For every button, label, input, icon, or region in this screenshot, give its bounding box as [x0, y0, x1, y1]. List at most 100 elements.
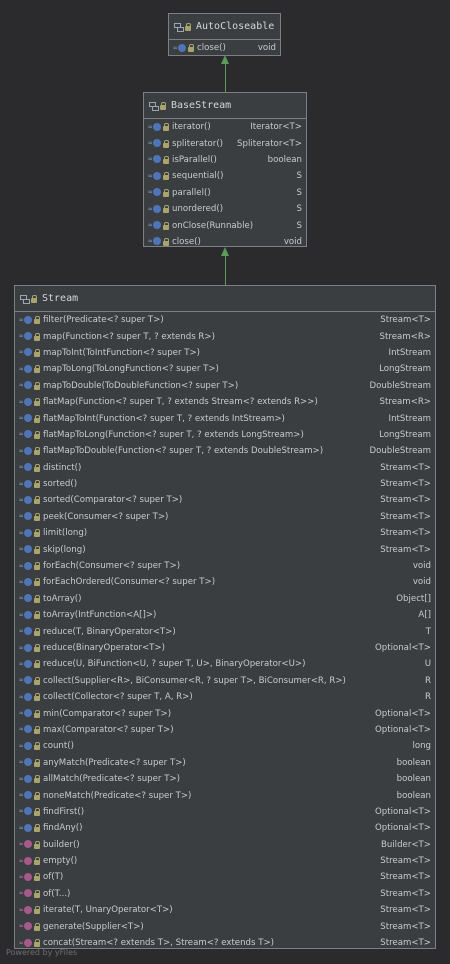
class-basestream[interactable]: BaseStream ≈ iterator() Iterator<T> ≈ splite…: [143, 92, 307, 247]
method-row[interactable]: ≈ reduce(BinaryOperator<T>) Optional<T>: [15, 640, 435, 656]
method-signature: forEach(Consumer<? super T>): [43, 561, 181, 572]
lock-icon: [34, 791, 41, 800]
abstract-method-icon: ≈: [148, 155, 161, 164]
method-row[interactable]: ≈ close() void: [169, 40, 280, 56]
abstract-method-icon: ≈: [148, 204, 161, 214]
method-row[interactable]: ≈ flatMapToLong(Function<? super T, ? ext…: [15, 427, 435, 443]
method-row[interactable]: ≈ mapToDouble(ToDoubleFunction<? super T>…: [15, 378, 435, 394]
method-row[interactable]: ≈ forEach(Consumer<? super T>) void: [15, 558, 435, 574]
method-row[interactable]: ≈ max(Comparator<? super T>) Optional<T>: [15, 722, 435, 738]
interface-icon: [20, 294, 30, 304]
lock-icon: [34, 824, 41, 833]
method-row[interactable]: ≈ spliterator() Spliterator<T>: [144, 135, 306, 151]
method-row[interactable]: ≈ sequential() S: [144, 168, 306, 184]
return-type: Optional<T>: [375, 708, 431, 719]
lock-icon: [188, 44, 195, 53]
class-autocloseable[interactable]: AutoCloseable ≈ close() void: [168, 13, 281, 56]
abstract-method-icon: ≈: [148, 237, 161, 246]
inheritance-arrow: [225, 254, 226, 285]
method-signature: forEachOrdered(Consumer<? super T>): [43, 577, 216, 588]
class-stream[interactable]: Stream ≈ filter(Predicate<? super T>) Stre…: [14, 285, 436, 949]
method-signature: distinct(): [43, 462, 82, 473]
method-row[interactable]: ≈ of(T...) Stream<T>: [15, 886, 435, 902]
method-signature: iterator(): [172, 122, 211, 133]
method-signature: count(): [43, 741, 74, 752]
method-row[interactable]: ≈ generate(Supplier<T>) Stream<T>: [15, 918, 435, 934]
method-row[interactable]: ≈ iterate(T, UnaryOperator<T>) Stream<T>: [15, 902, 435, 918]
return-type: Object[]: [396, 593, 431, 604]
method-row[interactable]: ≈ builder() Builder<T>: [15, 837, 435, 853]
lock-icon: [34, 775, 41, 784]
abstract-method-icon: ≈: [19, 594, 32, 603]
return-type: LongStream: [379, 429, 431, 440]
method-signature: allMatch(Predicate<? super T>): [43, 774, 180, 785]
class-header: AutoCloseable: [169, 14, 280, 40]
abstract-method-icon: ≈: [19, 758, 32, 767]
return-type: R: [425, 675, 431, 686]
method-signature: parallel(): [172, 187, 211, 198]
method-row[interactable]: ≈ empty() Stream<T>: [15, 853, 435, 869]
method-signature: min(Comparator<? super T>): [43, 708, 172, 719]
method-row[interactable]: ≈ forEachOrdered(Consumer<? super T>) void: [15, 574, 435, 590]
method-row[interactable]: ≈ onClose(Runnable) S: [144, 217, 306, 233]
method-row[interactable]: ≈ iterator() Iterator<T>: [144, 119, 306, 135]
lock-icon: [34, 578, 41, 587]
method-row[interactable]: ≈ collect(Supplier<R>, BiConsumer<R, ? su…: [15, 673, 435, 689]
method-row[interactable]: ≈ sorted(Comparator<? super T>) Stream<T>: [15, 492, 435, 508]
return-type: Stream<T>: [380, 479, 431, 490]
method-row[interactable]: ≈ of(T) Stream<T>: [15, 869, 435, 885]
abstract-method-icon: ≈: [19, 528, 32, 538]
static-method-icon: ≈: [19, 905, 32, 915]
return-type: Stream<T>: [380, 888, 431, 899]
lock-icon: [163, 237, 170, 246]
method-row[interactable]: ≈ skip(long) Stream<T>: [15, 541, 435, 557]
lock-icon: [34, 430, 41, 439]
method-row[interactable]: ≈ findAny() Optional<T>: [15, 820, 435, 836]
method-row[interactable]: ≈ reduce(U, BiFunction<U, ? super T, U>, …: [15, 656, 435, 672]
method-row[interactable]: ≈ flatMapToInt(Function<? super T, ? exte…: [15, 410, 435, 426]
return-type: Stream<T>: [380, 921, 431, 932]
method-row[interactable]: ≈ unordered() S: [144, 201, 306, 217]
method-row[interactable]: ≈ findFirst() Optional<T>: [15, 804, 435, 820]
method-row[interactable]: ≈ reduce(T, BinaryOperator<T>) T: [15, 623, 435, 639]
method-row[interactable]: ≈ map(Function<? super T, ? extends R>) St…: [15, 328, 435, 344]
method-row[interactable]: ≈ distinct() Stream<T>: [15, 460, 435, 476]
return-type: void: [257, 43, 276, 54]
method-row[interactable]: ≈ concat(Stream<? extends T>, Stream<? ex…: [15, 935, 435, 951]
lock-icon: [34, 381, 41, 390]
abstract-method-icon: ≈: [19, 397, 32, 407]
return-type: Stream<R>: [379, 397, 431, 408]
lock-icon: [34, 512, 41, 521]
method-row[interactable]: ≈ flatMapToDouble(Function<? super T, ? e…: [15, 443, 435, 459]
method-row[interactable]: ≈ sorted() Stream<T>: [15, 476, 435, 492]
method-row[interactable]: ≈ peek(Consumer<? super T>) Stream<T>: [15, 509, 435, 525]
abstract-method-icon: ≈: [19, 577, 32, 587]
method-signature: toArray(IntFunction<A[]>): [43, 610, 157, 621]
method-signature: mapToDouble(ToDoubleFunction<? super T>): [43, 380, 239, 391]
method-row[interactable]: ≈ limit(long) Stream<T>: [15, 525, 435, 541]
method-row[interactable]: ≈ mapToInt(ToIntFunction<? super T>) IntSt…: [15, 345, 435, 361]
method-row[interactable]: ≈ toArray(IntFunction<A[]>) A[]: [15, 607, 435, 623]
interface-icon: [149, 101, 159, 111]
abstract-method-icon: ≈: [19, 414, 32, 423]
method-signature: filter(Predicate<? super T>): [43, 315, 164, 326]
method-row[interactable]: ≈ count() long: [15, 738, 435, 754]
method-row[interactable]: ≈ toArray() Object[]: [15, 591, 435, 607]
method-row[interactable]: ≈ allMatch(Predicate<? super T>) boolean: [15, 771, 435, 787]
lock-icon: [34, 922, 41, 931]
method-row[interactable]: ≈ isParallel() boolean: [144, 152, 306, 168]
return-type: Spliterator<T>: [237, 138, 302, 149]
abstract-method-icon: ≈: [148, 188, 161, 197]
method-row[interactable]: ≈ noneMatch(Predicate<? super T>) boolean: [15, 787, 435, 803]
method-row[interactable]: ≈ parallel() S: [144, 185, 306, 201]
return-type: DoubleStream: [369, 380, 431, 391]
method-row[interactable]: ≈ filter(Predicate<? super T>) Stream<T>: [15, 312, 435, 328]
method-row[interactable]: ≈ mapToLong(ToLongFunction<? super T>) Lon…: [15, 361, 435, 377]
return-type: S: [296, 204, 302, 215]
lock-icon: [34, 807, 41, 816]
method-row[interactable]: ≈ collect(Collector<? super T, A, R>) R: [15, 689, 435, 705]
method-row[interactable]: ≈ min(Comparator<? super T>) Optional<T>: [15, 705, 435, 721]
method-row[interactable]: ≈ flatMap(Function<? super T, ? extends S…: [15, 394, 435, 410]
method-row[interactable]: ≈ anyMatch(Predicate<? super T>) boolean: [15, 755, 435, 771]
return-type: long: [412, 741, 431, 752]
